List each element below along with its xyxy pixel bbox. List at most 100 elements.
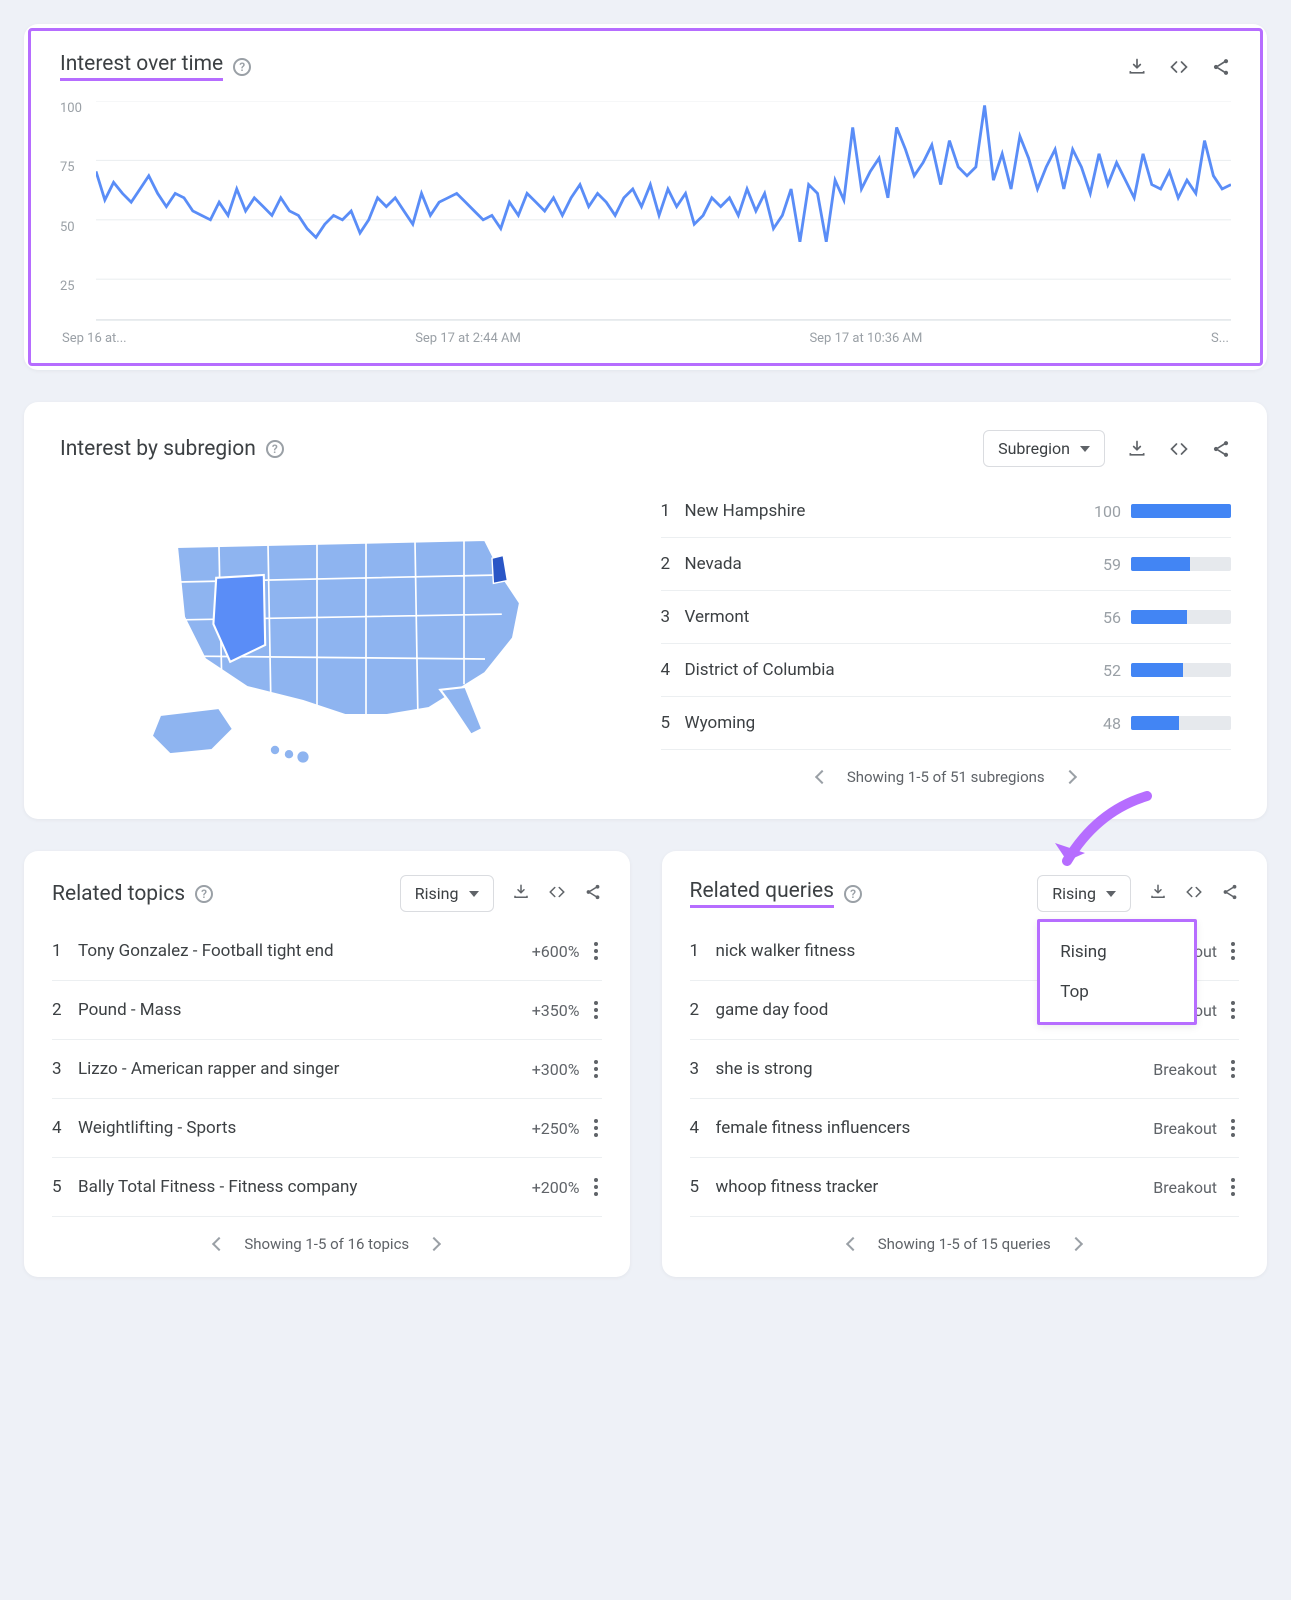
interest-over-time-highlight: Interest over time ? 100 75 50 25 [28, 28, 1263, 366]
kebab-icon[interactable] [590, 1056, 602, 1082]
item-label: whoop fitness tracker [716, 1177, 1154, 1197]
item-metric: Breakout [1153, 1060, 1217, 1079]
y-tick: 100 [60, 101, 82, 116]
share-icon[interactable] [584, 883, 602, 905]
queries-filter-selector[interactable]: Rising [1037, 875, 1131, 912]
us-map[interactable] [60, 485, 631, 791]
selector-label: Rising [1052, 884, 1096, 903]
dropdown-option-top[interactable]: Top [1044, 972, 1190, 1012]
download-icon[interactable] [512, 883, 530, 905]
card-header: Interest by subregion ? Subregion [60, 430, 1231, 467]
kebab-icon[interactable] [590, 997, 602, 1023]
list-item[interactable]: 5whoop fitness trackerBreakout [690, 1158, 1240, 1217]
download-icon[interactable] [1127, 57, 1147, 77]
list-item[interactable]: 3Lizzo - American rapper and singer+300% [52, 1040, 602, 1099]
item-rank: 1 [690, 941, 716, 961]
item-metric: Breakout [1153, 1119, 1217, 1138]
topics-pager: Showing 1-5 of 16 topics [52, 1235, 602, 1253]
next-page-button[interactable] [1063, 770, 1077, 784]
item-rank: 3 [690, 1059, 716, 1079]
kebab-icon[interactable] [1227, 1056, 1239, 1082]
subregion-pager: Showing 1-5 of 51 subregions [661, 768, 1232, 786]
card-header: Related topics ? Rising [52, 875, 602, 912]
embed-icon[interactable] [548, 883, 566, 905]
embed-icon[interactable] [1169, 57, 1189, 77]
item-label: Pound - Mass [78, 1000, 532, 1020]
region-name: Nevada [685, 554, 1104, 574]
kebab-icon[interactable] [1227, 997, 1239, 1023]
region-list: 1 New Hampshire 100 2 Nevada 59 3 Vermon… [661, 485, 1232, 791]
region-row[interactable]: 3 Vermont 56 [661, 591, 1232, 644]
related-queries-card: Related queries ? Rising Rising Top 1nic… [662, 851, 1268, 1277]
card-header: Interest over time ? [60, 52, 1231, 81]
kebab-icon[interactable] [1227, 1115, 1239, 1141]
list-item[interactable]: 4female fitness influencersBreakout [690, 1099, 1240, 1158]
x-axis-labels: Sep 16 at... Sep 17 at 2:44 AM Sep 17 at… [60, 331, 1231, 346]
region-name: District of Columbia [685, 660, 1104, 680]
help-icon[interactable]: ? [233, 58, 251, 76]
kebab-icon[interactable] [590, 1174, 602, 1200]
prev-page-button[interactable] [212, 1237, 226, 1251]
x-tick: S... [1211, 331, 1229, 346]
embed-icon[interactable] [1169, 439, 1189, 459]
download-icon[interactable] [1149, 883, 1167, 905]
region-name: Wyoming [685, 713, 1104, 733]
y-tick: 75 [60, 160, 75, 175]
item-rank: 2 [690, 1000, 716, 1020]
item-metric: +200% [532, 1178, 580, 1197]
prev-page-button[interactable] [815, 770, 829, 784]
list-item[interactable]: 1Tony Gonzalez - Football tight end+600% [52, 922, 602, 981]
region-value: 59 [1103, 555, 1121, 574]
card-title: Related topics [52, 882, 185, 906]
kebab-icon[interactable] [590, 1115, 602, 1141]
region-row[interactable]: 5 Wyoming 48 [661, 697, 1232, 750]
interest-over-time-card: Interest over time ? 100 75 50 25 [24, 24, 1267, 370]
download-icon[interactable] [1127, 439, 1147, 459]
x-tick: Sep 17 at 2:44 AM [415, 331, 521, 346]
item-metric: +250% [532, 1119, 580, 1138]
region-bar [1131, 716, 1231, 730]
card-title: Interest by subregion [60, 437, 256, 461]
y-tick: 25 [60, 279, 75, 294]
prev-page-button[interactable] [846, 1237, 860, 1251]
dropdown-option-rising[interactable]: Rising [1044, 932, 1190, 972]
item-label: Tony Gonzalez - Football tight end [78, 941, 532, 961]
x-tick: Sep 16 at... [62, 331, 127, 346]
interest-by-subregion-card: Interest by subregion ? Subregion [24, 402, 1267, 819]
embed-icon[interactable] [1185, 883, 1203, 905]
region-bar [1131, 557, 1231, 571]
topics-filter-selector[interactable]: Rising [400, 875, 494, 912]
subregion-selector[interactable]: Subregion [983, 430, 1105, 467]
share-icon[interactable] [1211, 57, 1231, 77]
item-metric: +300% [532, 1060, 580, 1079]
pager-text: Showing 1-5 of 51 subregions [847, 768, 1045, 786]
list-item[interactable]: 2Pound - Mass+350% [52, 981, 602, 1040]
list-item[interactable]: 3she is strongBreakout [690, 1040, 1240, 1099]
item-label: Bally Total Fitness - Fitness company [78, 1177, 532, 1197]
item-label: female fitness influencers [716, 1118, 1154, 1138]
queries-pager: Showing 1-5 of 15 queries [690, 1235, 1240, 1253]
selector-label: Rising [415, 884, 459, 903]
item-rank: 1 [52, 941, 78, 961]
help-icon[interactable]: ? [266, 440, 284, 458]
region-row[interactable]: 2 Nevada 59 [661, 538, 1232, 591]
region-value: 100 [1094, 502, 1121, 521]
list-item[interactable]: 5Bally Total Fitness - Fitness company+2… [52, 1158, 602, 1217]
list-item[interactable]: 4Weightlifting - Sports+250% [52, 1099, 602, 1158]
item-metric: +600% [532, 942, 580, 961]
pager-text: Showing 1-5 of 16 topics [244, 1235, 409, 1253]
chevron-down-icon [469, 891, 479, 897]
item-rank: 5 [690, 1177, 716, 1197]
region-row[interactable]: 1 New Hampshire 100 [661, 485, 1232, 538]
next-page-button[interactable] [427, 1237, 441, 1251]
help-icon[interactable]: ? [195, 885, 213, 903]
share-icon[interactable] [1221, 883, 1239, 905]
kebab-icon[interactable] [1227, 1174, 1239, 1200]
help-icon[interactable]: ? [844, 885, 862, 903]
next-page-button[interactable] [1069, 1237, 1083, 1251]
kebab-icon[interactable] [1227, 938, 1239, 964]
chevron-down-icon [1106, 891, 1116, 897]
region-row[interactable]: 4 District of Columbia 52 [661, 644, 1232, 697]
share-icon[interactable] [1211, 439, 1231, 459]
kebab-icon[interactable] [590, 938, 602, 964]
